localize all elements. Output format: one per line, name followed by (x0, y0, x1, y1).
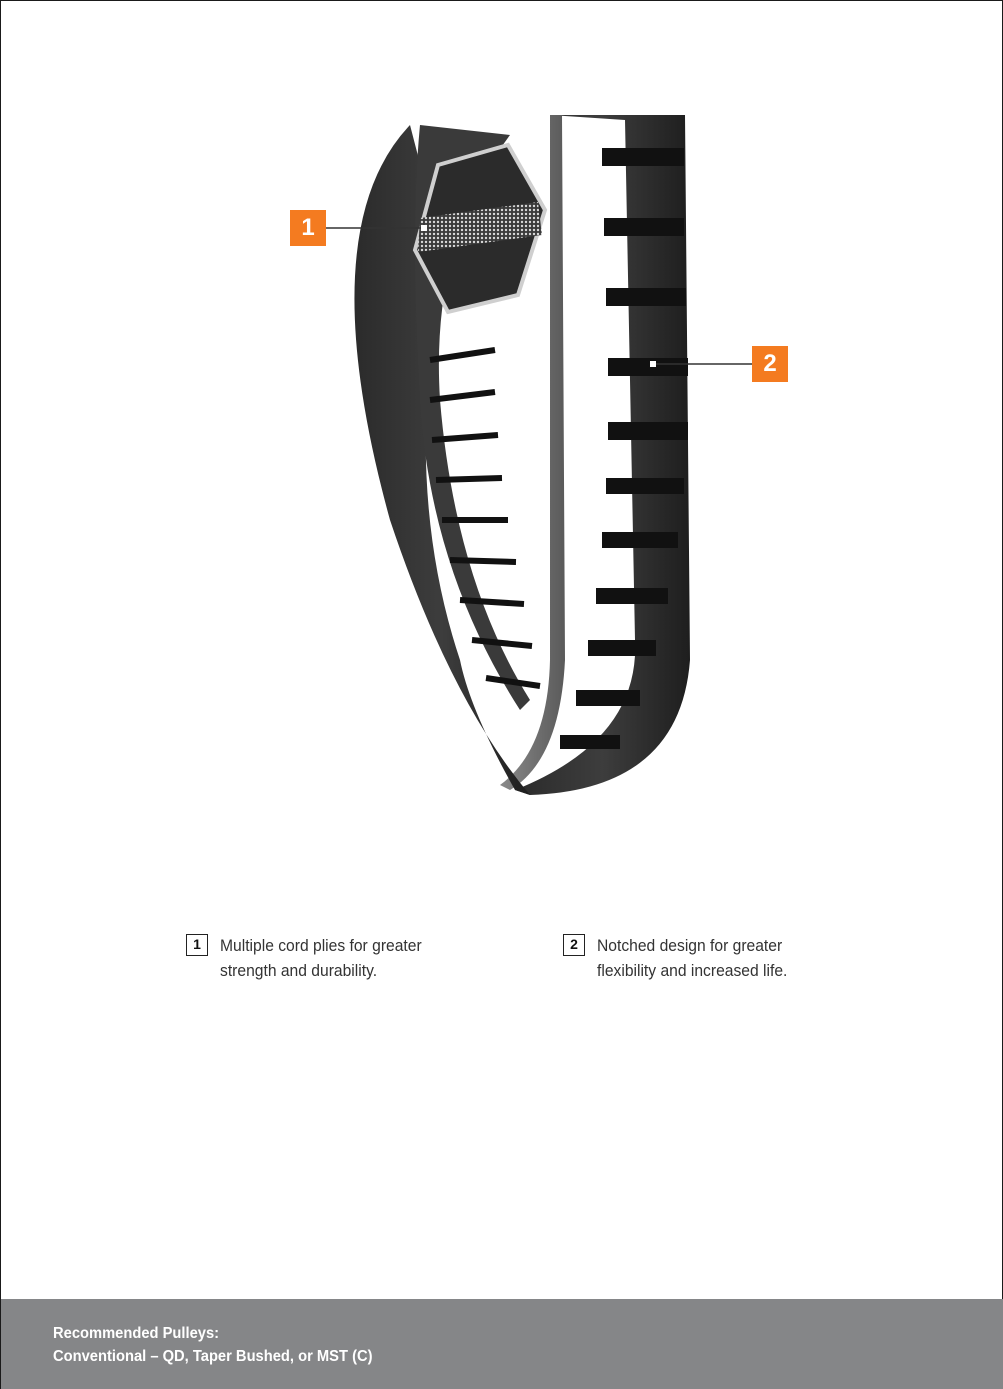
feature-description-1: Multiple cord plies for greater strength… (220, 936, 422, 980)
feature-description-2: Notched design for greater flexibility a… (597, 936, 788, 980)
callout-tag-2: 2 (752, 346, 788, 382)
footer-line-1: Recommended Pulleys: (53, 1325, 220, 1342)
feature-number-2: 2 (563, 934, 585, 956)
footer-line-2: Conventional – QD, Taper Bushed, or MST … (53, 1348, 373, 1365)
notched-v-belt-image (324, 115, 752, 795)
recommended-pulleys-text: Recommended Pulleys: Conventional – QD, … (53, 1322, 372, 1368)
feature-item-2: 2 Notched design for greater flexibility… (563, 933, 857, 983)
feature-number-1: 1 (186, 934, 208, 956)
callout-tag-1: 1 (290, 210, 326, 246)
footer-band: Recommended Pulleys: Conventional – QD, … (1, 1299, 1003, 1389)
feature-item-1: 1 Multiple cord plies for greater streng… (186, 933, 480, 983)
